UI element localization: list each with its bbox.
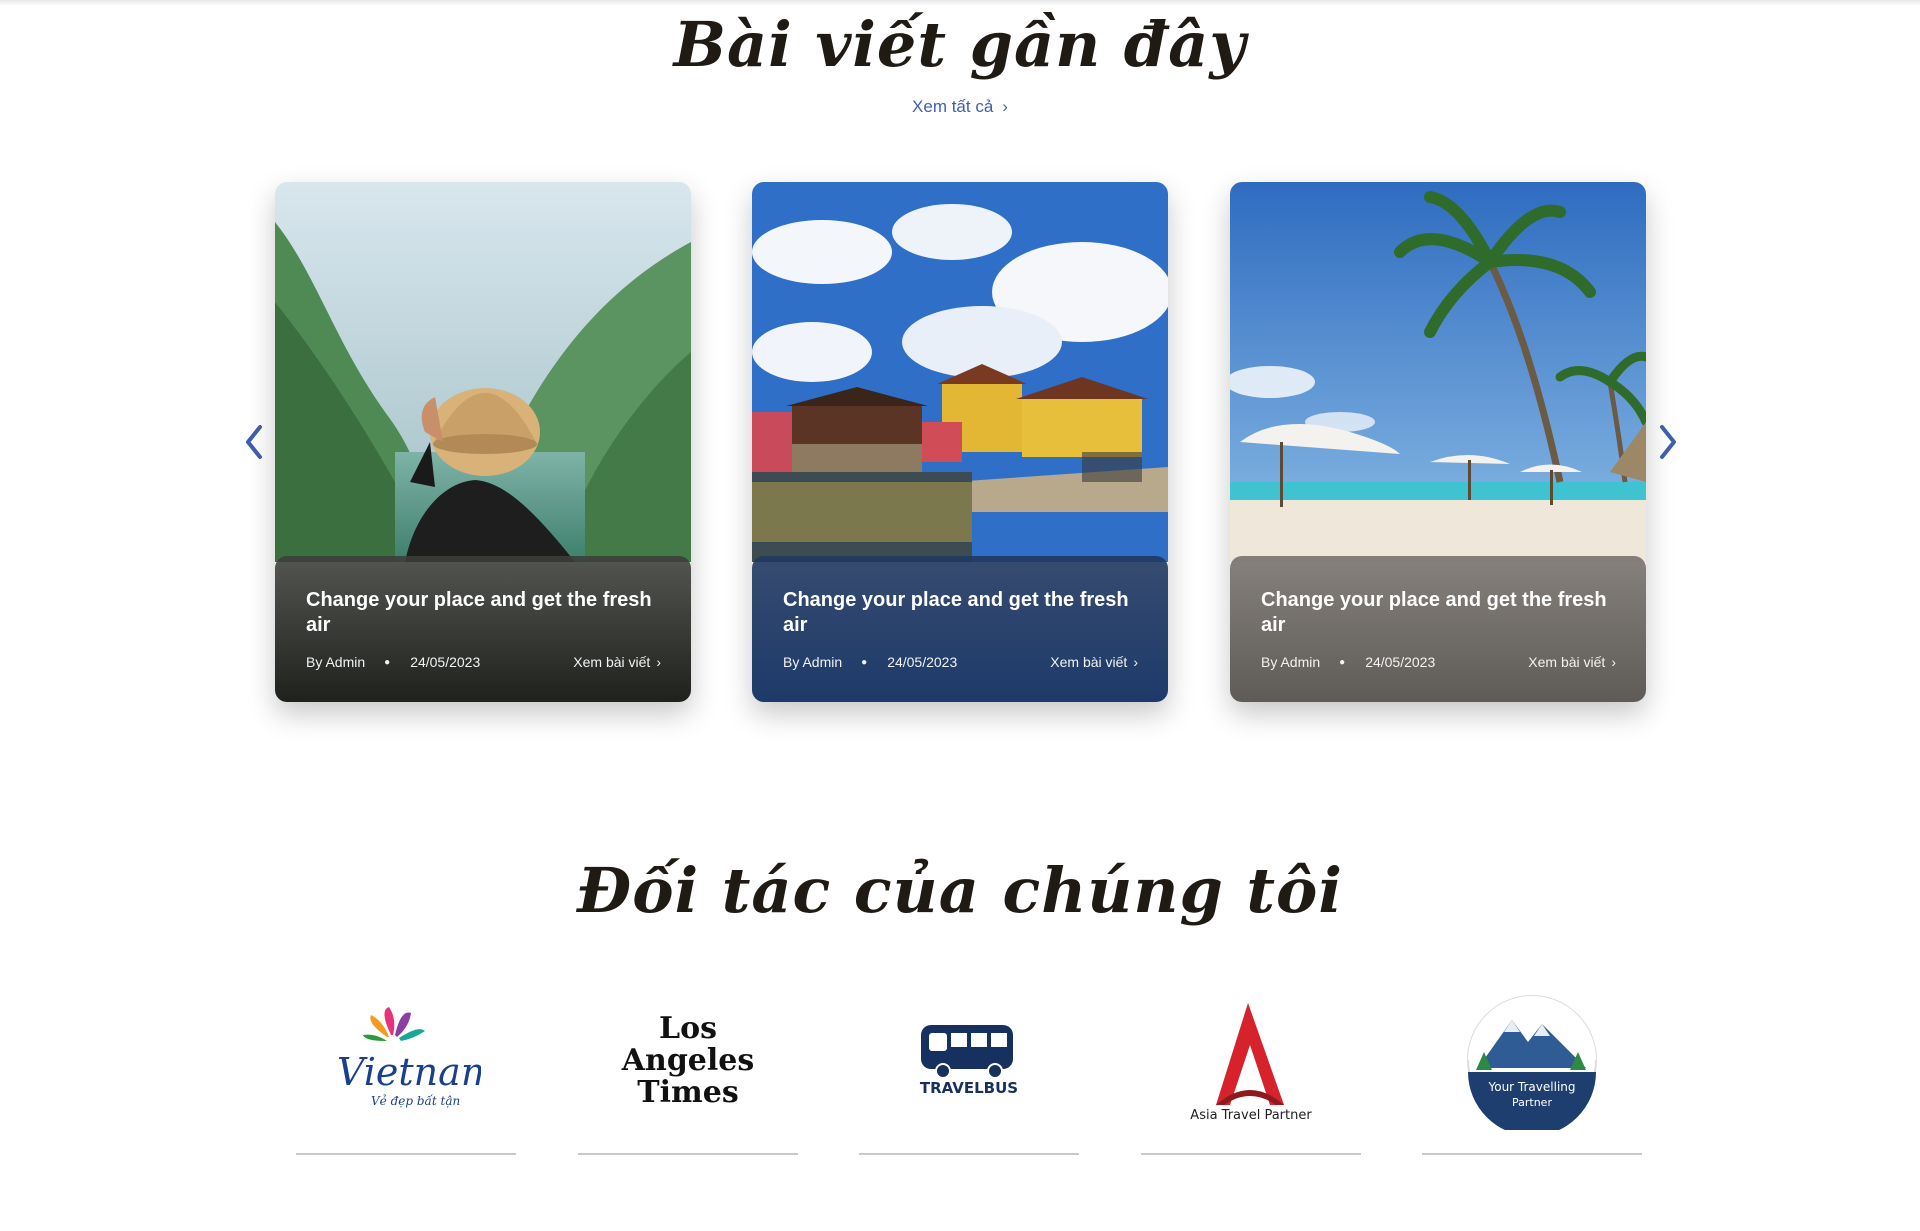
svg-text:Vietnam: Vietnam bbox=[337, 1050, 481, 1094]
partner-logo-asia-travel-partner[interactable]: Asia Travel Partner bbox=[1141, 980, 1361, 1155]
svg-text:Your Travelling: Your Travelling bbox=[1488, 1080, 1576, 1094]
post-author: By Admin bbox=[1261, 654, 1321, 670]
partner-divider bbox=[1141, 1153, 1361, 1155]
post-image bbox=[1230, 182, 1646, 562]
bullet-separator: ● bbox=[384, 656, 391, 668]
read-post-label: Xem bài viết bbox=[1050, 654, 1128, 670]
chevron-left-icon bbox=[246, 425, 262, 459]
post-meta: By Admin ● 24/05/2023 Xem bài viết › bbox=[1261, 654, 1616, 670]
post-title: Change your place and get the fresh air bbox=[306, 589, 652, 636]
view-all-label: Xem tất cả bbox=[912, 97, 994, 116]
header-shadow bbox=[0, 0, 1920, 6]
partner-divider bbox=[859, 1153, 1079, 1155]
view-all-link[interactable]: Xem tất cả › bbox=[912, 97, 1008, 116]
svg-text:Vẻ đẹp bất tận: Vẻ đẹp bất tận bbox=[371, 1093, 460, 1108]
chevron-right-icon: › bbox=[1611, 654, 1616, 670]
read-post-label: Xem bài viết bbox=[573, 654, 651, 670]
partners-title: Đối tác của chúng tôi bbox=[577, 854, 1343, 927]
read-post-link[interactable]: Xem bài viết › bbox=[1050, 654, 1138, 670]
post-author: By Admin bbox=[783, 654, 843, 670]
partner-divider bbox=[578, 1153, 798, 1155]
logo-image: Your Travelling Partner bbox=[1422, 980, 1642, 1140]
partner-logo-vietnam[interactable]: Vietnam Vẻ đẹp bất tận bbox=[296, 980, 516, 1155]
chevron-right-icon: › bbox=[1002, 97, 1008, 116]
chevron-right-icon bbox=[1660, 425, 1676, 459]
post-caption: Change your place and get the fresh air … bbox=[752, 556, 1168, 702]
svg-text:Los: Los bbox=[659, 1011, 717, 1046]
logo-image: Vietnam Vẻ đẹp bất tận bbox=[296, 980, 516, 1140]
post-title: Change your place and get the fresh air bbox=[783, 589, 1129, 636]
post-date: 24/05/2023 bbox=[410, 654, 481, 670]
la-times-logo: Los Angeles Times bbox=[621, 1011, 755, 1110]
post-title: Change your place and get the fresh air bbox=[1261, 589, 1607, 636]
logo-image: TRAVELBUS bbox=[859, 980, 1079, 1140]
vietnam-logo: Vietnam Vẻ đẹp bất tận bbox=[337, 1007, 481, 1108]
bullet-separator: ● bbox=[1339, 656, 1346, 668]
partner-divider bbox=[296, 1153, 516, 1155]
asia-travel-partner-logo: Asia Travel Partner bbox=[1190, 1003, 1312, 1123]
post-image bbox=[752, 182, 1168, 562]
svg-text:Asia Travel Partner: Asia Travel Partner bbox=[1190, 1108, 1312, 1123]
read-post-label: Xem bài viết bbox=[1528, 654, 1606, 670]
recent-posts-title: Bài viết gần đây bbox=[673, 8, 1247, 81]
logo-image: Asia Travel Partner bbox=[1141, 980, 1361, 1140]
post-caption: Change your place and get the fresh air … bbox=[275, 556, 691, 702]
svg-text:Times: Times bbox=[637, 1075, 738, 1110]
bullet-separator: ● bbox=[861, 656, 868, 668]
read-post-link[interactable]: Xem bài viết › bbox=[1528, 654, 1616, 670]
chevron-right-icon: › bbox=[656, 654, 661, 670]
carousel-prev-button[interactable] bbox=[236, 182, 272, 702]
chevron-right-icon: › bbox=[1133, 654, 1138, 670]
travelbus-logo: TRAVELBUS bbox=[920, 1025, 1018, 1097]
view-all-row: Xem tất cả › bbox=[0, 97, 1920, 117]
post-card[interactable]: Change your place and get the fresh air … bbox=[1230, 182, 1646, 702]
recent-posts-carousel: Change your place and get the fresh air … bbox=[0, 182, 1920, 702]
post-date: 24/05/2023 bbox=[1365, 654, 1436, 670]
post-caption: Change your place and get the fresh air … bbox=[1230, 556, 1646, 702]
post-date: 24/05/2023 bbox=[887, 654, 958, 670]
post-card[interactable]: Change your place and get the fresh air … bbox=[275, 182, 691, 702]
read-post-link[interactable]: Xem bài viết › bbox=[573, 654, 661, 670]
partner-logo-la-times[interactable]: Los Angeles Times bbox=[578, 980, 798, 1155]
post-card[interactable]: Change your place and get the fresh air … bbox=[752, 182, 1168, 702]
carousel-next-button[interactable] bbox=[1650, 182, 1686, 702]
partner-logo-your-travelling-partner[interactable]: Your Travelling Partner bbox=[1422, 980, 1642, 1155]
svg-text:Partner: Partner bbox=[1512, 1096, 1552, 1109]
logo-image: Los Angeles Times bbox=[578, 980, 798, 1140]
post-author: By Admin bbox=[306, 654, 366, 670]
svg-text:TRAVELBUS: TRAVELBUS bbox=[920, 1079, 1018, 1097]
post-meta: By Admin ● 24/05/2023 Xem bài viết › bbox=[306, 654, 661, 670]
svg-text:Angeles: Angeles bbox=[621, 1043, 755, 1078]
partner-logo-travelbus[interactable]: TRAVELBUS bbox=[859, 980, 1079, 1155]
your-travelling-partner-logo: Your Travelling Partner bbox=[1467, 995, 1597, 1130]
post-meta: By Admin ● 24/05/2023 Xem bài viết › bbox=[783, 654, 1138, 670]
partner-divider bbox=[1422, 1153, 1642, 1155]
post-image bbox=[275, 182, 691, 562]
